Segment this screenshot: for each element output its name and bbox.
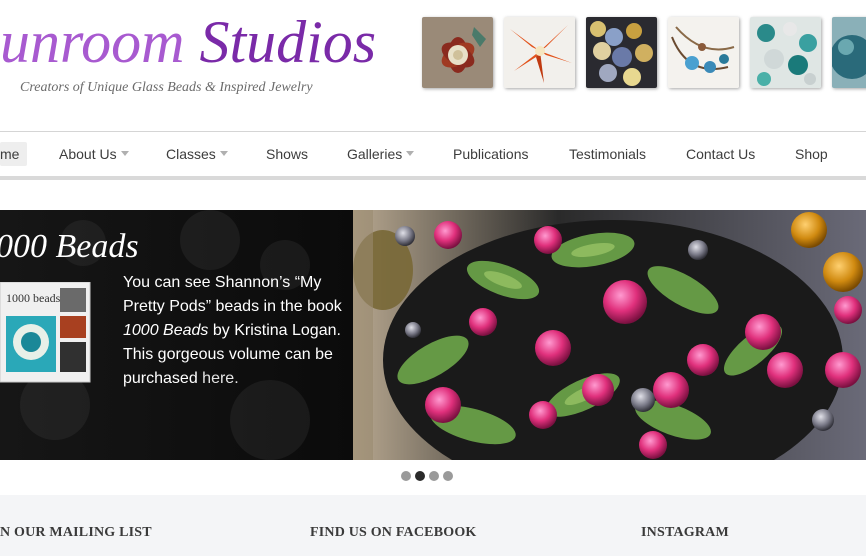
slide-bead-photo[interactable] — [353, 210, 866, 460]
bokeh-circle — [230, 380, 310, 460]
book-cover-title: 1000 beads — [6, 291, 61, 305]
nav-item-label: Galleries — [347, 146, 403, 162]
slider-dot-4[interactable] — [443, 471, 453, 481]
logo-text-sunroom: unroom — [0, 9, 185, 75]
flower-bead-thumbnail[interactable] — [422, 17, 493, 88]
teal-beads-thumbnail[interactable] — [750, 17, 821, 88]
nav-item-shop[interactable]: Shop — [795, 142, 828, 166]
site-logo[interactable]: unroom Studios — [0, 12, 376, 72]
dropdown-caret-icon — [406, 150, 415, 156]
dropdown-caret-icon — [120, 150, 129, 156]
slide-title: 000 Beads — [0, 228, 139, 265]
purchase-link[interactable]: here. — [202, 370, 238, 387]
nav-item-galleries[interactable]: Galleries — [347, 142, 415, 166]
slider-dot-1[interactable] — [401, 471, 411, 481]
instagram-heading: INSTAGRAM — [641, 525, 729, 540]
nav-item-about-us[interactable]: About Us — [59, 142, 129, 166]
nav-bottom-divider — [0, 176, 866, 180]
nav-item-label: Shows — [266, 146, 309, 162]
nav-item-label: Testimonials — [569, 146, 647, 162]
necklace-thumbnail[interactable] — [668, 17, 739, 88]
slide-book-title: 1000 Beads — [123, 322, 209, 339]
website-page: unroom Studios Creators of Unique Glass … — [0, 0, 866, 556]
blue-bead-thumbnail[interactable] — [832, 17, 866, 88]
bokeh-circle — [180, 210, 240, 270]
nav-item-classes[interactable]: Classes — [166, 142, 228, 166]
facebook-heading: FIND US ON FACEBOOK — [310, 525, 477, 540]
mailing-list-heading: N OUR MAILING LIST — [0, 525, 152, 540]
nav-item-label: Classes — [166, 146, 216, 162]
slide-text-intro: You can see Shannon’s “My Pretty Pods” b… — [123, 274, 342, 315]
lily-bead-thumbnail[interactable] — [504, 17, 575, 88]
main-navigation: me About Us Classes Shows Galleries Publ… — [0, 132, 866, 176]
site-tagline: Creators of Unique Glass Beads & Inspire… — [20, 80, 313, 95]
nav-item-label: me — [0, 146, 20, 162]
nav-item-label: Shop — [795, 146, 828, 162]
slide-description: You can see Shannon’s “My Pretty Pods” b… — [123, 271, 343, 391]
nav-item-label: About Us — [59, 146, 117, 162]
logo-text-studios: Studios — [199, 9, 377, 75]
nav-item-contact-us[interactable]: Contact Us — [686, 142, 755, 166]
nav-item-label: Publications — [453, 146, 529, 162]
dropdown-caret-icon — [219, 150, 228, 156]
nav-item-home[interactable]: me — [0, 142, 28, 166]
bead-strand-thumbnail[interactable] — [586, 17, 657, 88]
nav-item-testimonials[interactable]: Testimonials — [569, 142, 646, 166]
nav-item-label: Contact Us — [686, 146, 756, 162]
slider-dot-3[interactable] — [429, 471, 439, 481]
nav-item-publications[interactable]: Publications — [453, 142, 529, 166]
slide-caption-panel: 000 Beads 1000 beads You can see Shannon… — [0, 210, 353, 460]
nav-item-shows[interactable]: Shows — [266, 142, 308, 166]
slider-dot-2[interactable] — [415, 471, 425, 481]
book-cover-image[interactable]: 1000 beads — [0, 281, 96, 386]
featured-slider[interactable]: 000 Beads 1000 beads You can see Shannon… — [0, 210, 866, 460]
